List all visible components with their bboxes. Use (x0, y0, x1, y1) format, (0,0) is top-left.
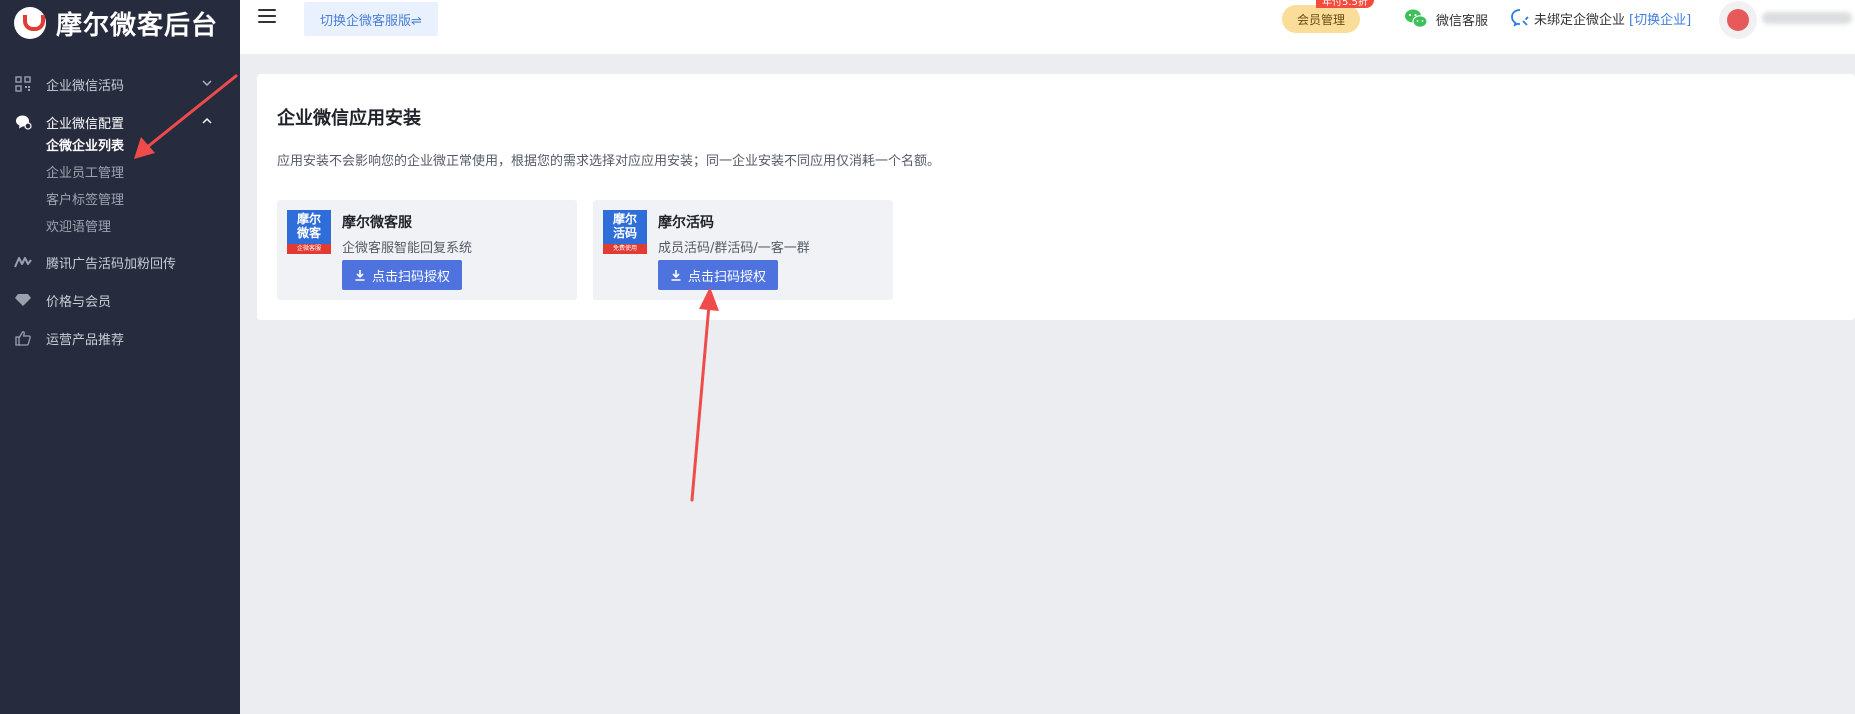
sidebar: 摩尔微客后台 企业微信活码 企业微信配置 企微企业列表 企业员工管理 客户标签管… (0, 0, 240, 714)
brand-logo-icon (14, 7, 46, 39)
wechat-service-label: 微信客服 (1436, 13, 1489, 29)
ad-icon (14, 253, 32, 271)
app-card-livecode: 摩尔 活码 免费使用 摩尔活码 成员活码/群活码/一客一群 点击扫码授权 (593, 200, 893, 300)
app-logo-service: 摩尔 微客 企微客服 (287, 210, 331, 254)
bind-status-label: 未绑定企微企业 (1534, 12, 1626, 28)
enterprise-bind-status: 未绑定企微企业 [切换企业] (1510, 8, 1691, 28)
wechat-icon (1405, 9, 1428, 28)
sidebar-subitem-label: 欢迎语管理 (46, 219, 112, 235)
app-logo-livecode: 摩尔 活码 免费使用 (603, 210, 647, 254)
app-name: 摩尔微客服 (342, 215, 412, 231)
sidebar-subitem-tags[interactable]: 客户标签管理 (46, 184, 124, 212)
page-title: 企业微信应用安装 (277, 108, 421, 129)
chat-settings-icon (14, 113, 32, 131)
app-description: 成员活码/群活码/一客一群 (658, 241, 810, 256)
diamond-icon (14, 291, 32, 309)
download-icon (355, 270, 365, 281)
thumbs-up-icon (14, 329, 32, 347)
logo-band-text: 免费使用 (603, 244, 647, 254)
sidebar-item-tencent-ads[interactable]: 腾讯广告活码加粉回传 (0, 244, 240, 280)
sidebar-subitem-label: 客户标签管理 (46, 192, 125, 208)
username-blurred[interactable] (1762, 12, 1852, 24)
chevron-up-icon (202, 117, 212, 124)
sidebar-subitem-label: 企业员工管理 (46, 165, 125, 181)
logo-text-line2: 微客 (296, 226, 321, 240)
scan-authorize-label: 点击扫码授权 (372, 269, 451, 285)
brand[interactable]: 摩尔微客后台 (14, 4, 218, 42)
sidebar-item-label: 企业微信活码 (46, 78, 125, 94)
chevron-down-icon (202, 80, 212, 87)
logo-text-line1: 摩尔 (612, 212, 637, 226)
avatar[interactable] (1719, 1, 1757, 39)
wecom-icon (1511, 9, 1529, 27)
logo-band-text: 企微客服 (287, 244, 331, 254)
scan-authorize-label: 点击扫码授权 (688, 269, 767, 285)
sidebar-subitem-staff[interactable]: 企业员工管理 (46, 157, 124, 185)
sidebar-item-label: 腾讯广告活码加粉回传 (46, 256, 177, 272)
scan-authorize-button[interactable]: 点击扫码授权 (342, 260, 463, 290)
download-icon (671, 270, 681, 281)
wechat-service-link[interactable]: 微信客服 (1404, 8, 1488, 30)
page-description: 应用安装不会影响您的企业微正常使用，根据您的需求选择对应应用安装；同一企业安装不… (277, 154, 941, 169)
sidebar-subitem-welcome[interactable]: 欢迎语管理 (46, 211, 111, 239)
sidebar-item-pricing[interactable]: 价格与会员 (0, 282, 240, 318)
qrcode-icon (14, 75, 32, 93)
scan-authorize-button[interactable]: 点击扫码授权 (658, 260, 779, 290)
app-install-card: 企业微信应用安装 应用安装不会影响您的企业微正常使用，根据您的需求选择对应应用安… (257, 74, 1855, 320)
switch-enterprise-link[interactable]: [切换企业] (1629, 9, 1691, 28)
brand-name: 摩尔微客后台 (56, 10, 219, 41)
hamburger-menu-icon[interactable] (258, 9, 276, 25)
sidebar-item-label: 运营产品推荐 (46, 332, 125, 348)
switch-service-edition-button[interactable]: 切换企微客服版⇌ (304, 2, 438, 36)
logo-text-line1: 摩尔 (296, 212, 321, 226)
sidebar-subitem-label: 企微企业列表 (46, 138, 125, 154)
avatar-image (1727, 9, 1749, 31)
sidebar-item-qrcode[interactable]: 企业微信活码 (0, 66, 240, 102)
sidebar-item-label: 价格与会员 (46, 294, 112, 310)
app-name: 摩尔活码 (658, 215, 714, 231)
top-header: 切换企微客服版⇌ 会员管理 年付5.5折 微信客服 未绑定企微企业 [切换企业] (240, 0, 1855, 54)
member-management-button[interactable]: 会员管理 (1282, 5, 1360, 33)
sidebar-subitem-enterprise-list[interactable]: 企微企业列表 (46, 130, 124, 158)
sidebar-item-products[interactable]: 运营产品推荐 (0, 320, 240, 356)
sidebar-item-label: 企业微信配置 (46, 116, 125, 132)
app-card-service: 摩尔 微客 企微客服 摩尔微客服 企微客服智能回复系统 点击扫码授权 (277, 200, 577, 300)
app-description: 企微客服智能回复系统 (342, 241, 473, 256)
logo-text-line2: 活码 (612, 226, 637, 240)
discount-badge: 年付5.5折 (1316, 0, 1374, 8)
